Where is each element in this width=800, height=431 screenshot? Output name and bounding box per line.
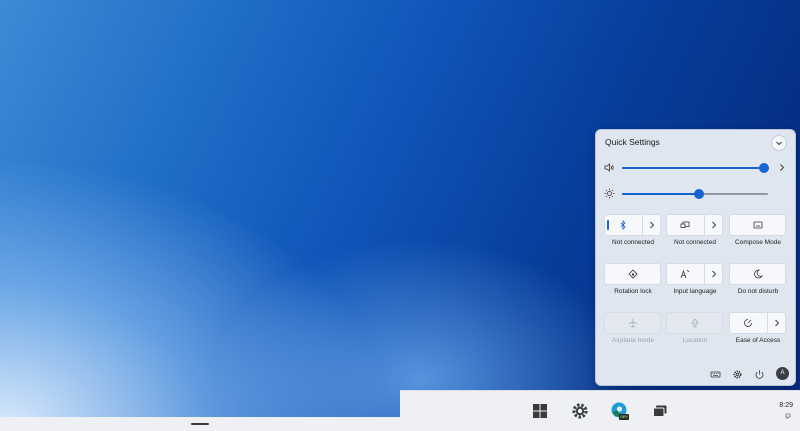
chevron-right-icon[interactable]	[774, 319, 780, 327]
user-avatar[interactable]: A	[776, 367, 789, 380]
airplane-mode-label: Airplane mode	[612, 337, 654, 344]
ease-of-access-label: Ease of Access	[735, 337, 781, 344]
volume-slider[interactable]	[622, 163, 769, 173]
sun-icon	[604, 188, 615, 199]
accessibility-icon	[744, 319, 752, 327]
location-label: Location	[682, 337, 708, 344]
chevron-right-icon[interactable]	[711, 270, 717, 278]
settings-gear-icon	[572, 403, 588, 419]
quick-settings-title: Quick Settings	[605, 137, 660, 147]
keyboard-icon[interactable]	[710, 369, 721, 380]
airplane-mode-tile[interactable]	[604, 312, 661, 334]
input-language-icon	[680, 269, 690, 279]
chevron-right-icon[interactable]	[649, 221, 655, 229]
moon-icon	[753, 269, 763, 279]
bluetooth-icon	[620, 220, 626, 230]
brightness-slider-thumb[interactable]	[694, 189, 705, 199]
tile-divider	[767, 313, 768, 333]
tile-divider	[704, 215, 705, 235]
compose-mode-tile[interactable]	[729, 214, 786, 236]
active-indicator	[607, 220, 609, 230]
location-icon	[690, 318, 699, 328]
do-not-disturb-label: Do not disturb	[737, 288, 779, 295]
chevron-right-icon[interactable]	[778, 163, 786, 172]
settings-app-button[interactable]	[570, 401, 590, 421]
compose-icon	[753, 221, 762, 229]
task-view-button[interactable]	[650, 401, 670, 421]
volume-slider-fill	[622, 167, 764, 169]
cast-tile[interactable]	[666, 214, 723, 236]
tile-divider	[642, 215, 643, 235]
rotation-lock-icon	[627, 269, 638, 279]
taskbar-clock[interactable]: 8:29	[779, 402, 793, 409]
airplane-icon	[628, 318, 637, 328]
brightness-slider[interactable]	[622, 189, 768, 199]
chevron-right-icon[interactable]	[711, 221, 717, 229]
input-language-label: Input language	[673, 288, 717, 295]
task-view-icon	[653, 405, 667, 417]
volume-slider-thumb[interactable]	[758, 163, 769, 173]
ease-of-access-tile[interactable]	[729, 312, 786, 334]
volume-slider-row	[604, 161, 789, 175]
power-icon[interactable]	[754, 369, 765, 380]
brightness-slider-fill	[622, 193, 700, 195]
windows-logo-icon	[533, 404, 547, 418]
compose-mode-label: Compose Mode	[735, 239, 781, 246]
edge-dev-button[interactable]: DEV	[610, 401, 630, 421]
tile-divider	[704, 264, 705, 284]
brightness-slider-row	[604, 187, 789, 201]
quick-settings-panel: Quick Settings Not connected Not connect…	[595, 129, 796, 386]
cast-icon	[680, 221, 690, 228]
speaker-icon[interactable]	[604, 162, 615, 173]
edge-dev-badge: DEV	[620, 415, 628, 419]
collapse-button[interactable]	[771, 135, 787, 151]
gesture-handle[interactable]	[191, 423, 209, 425]
bluetooth-tile[interactable]	[604, 214, 661, 236]
cast-tile-label: Not connected	[674, 239, 716, 246]
chevron-down-icon	[776, 141, 782, 146]
notification-icon[interactable]	[785, 413, 791, 419]
gear-icon[interactable]	[732, 369, 743, 380]
taskbar: DEV 8:29	[400, 390, 800, 431]
rotation-lock-tile[interactable]	[604, 263, 661, 285]
input-language-tile[interactable]	[666, 263, 723, 285]
start-button[interactable]	[530, 401, 550, 421]
bluetooth-tile-label: Not connected	[612, 239, 654, 246]
do-not-disturb-tile[interactable]	[729, 263, 786, 285]
location-tile[interactable]	[666, 312, 723, 334]
rotation-lock-label: Rotation lock	[614, 288, 652, 295]
